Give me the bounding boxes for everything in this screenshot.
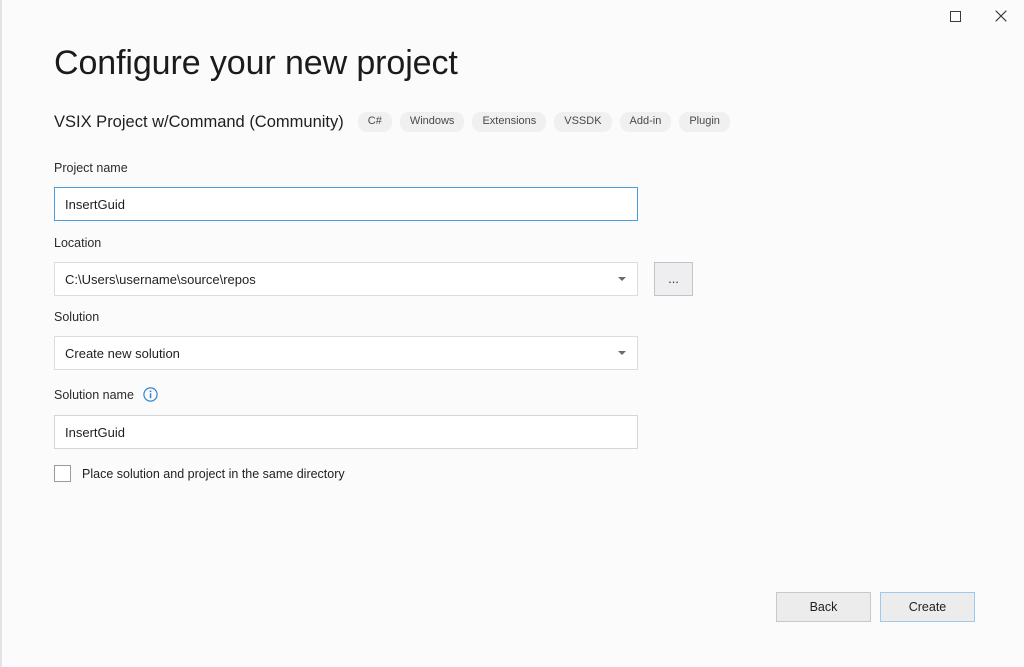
- solution-name-label: Solution name: [54, 387, 158, 402]
- template-summary: VSIX Project w/Command (Community) C# Wi…: [54, 112, 738, 132]
- create-button[interactable]: Create: [880, 592, 975, 622]
- solution-combobox[interactable]: Create new solution: [54, 336, 638, 370]
- location-combobox[interactable]: C:\Users\username\source\repos: [54, 262, 638, 296]
- solution-name-value: InsertGuid: [65, 425, 125, 440]
- template-tag: Extensions: [472, 112, 546, 132]
- location-label: Location: [54, 236, 101, 250]
- back-button-label: Back: [810, 600, 838, 614]
- solution-value: Create new solution: [65, 346, 180, 361]
- browse-location-label: ...: [668, 275, 679, 283]
- project-name-label: Project name: [54, 161, 128, 175]
- solution-name-label-text: Solution name: [54, 388, 134, 402]
- chevron-down-icon: [618, 277, 626, 281]
- create-button-label: Create: [909, 600, 947, 614]
- project-name-value: InsertGuid: [65, 197, 125, 212]
- same-directory-label: Place solution and project in the same d…: [82, 467, 345, 481]
- browse-location-button[interactable]: ...: [654, 262, 693, 296]
- template-tag: Add-in: [620, 112, 672, 132]
- solution-label: Solution: [54, 310, 99, 324]
- dialog-content: Configure your new project VSIX Project …: [2, 32, 1024, 667]
- title-bar: [2, 0, 1024, 32]
- template-tag: Windows: [400, 112, 465, 132]
- chevron-down-icon: [618, 351, 626, 355]
- close-button[interactable]: [978, 0, 1024, 32]
- template-name: VSIX Project w/Command (Community): [54, 113, 344, 132]
- location-value: C:\Users\username\source\repos: [65, 272, 256, 287]
- template-tag: Plugin: [679, 112, 730, 132]
- maximize-icon: [950, 11, 961, 22]
- page-title: Configure your new project: [54, 44, 458, 83]
- solution-name-input[interactable]: InsertGuid: [54, 415, 638, 449]
- same-directory-checkbox-row[interactable]: Place solution and project in the same d…: [54, 465, 345, 482]
- template-tag: VSSDK: [554, 112, 611, 132]
- template-tag: C#: [358, 112, 392, 132]
- template-tag-list: C# Windows Extensions VSSDK Add-in Plugi…: [358, 112, 738, 132]
- back-button[interactable]: Back: [776, 592, 871, 622]
- info-icon[interactable]: [143, 387, 158, 402]
- same-directory-checkbox[interactable]: [54, 465, 71, 482]
- close-icon: [995, 10, 1007, 22]
- project-name-input[interactable]: InsertGuid: [54, 187, 638, 221]
- maximize-button[interactable]: [932, 0, 978, 32]
